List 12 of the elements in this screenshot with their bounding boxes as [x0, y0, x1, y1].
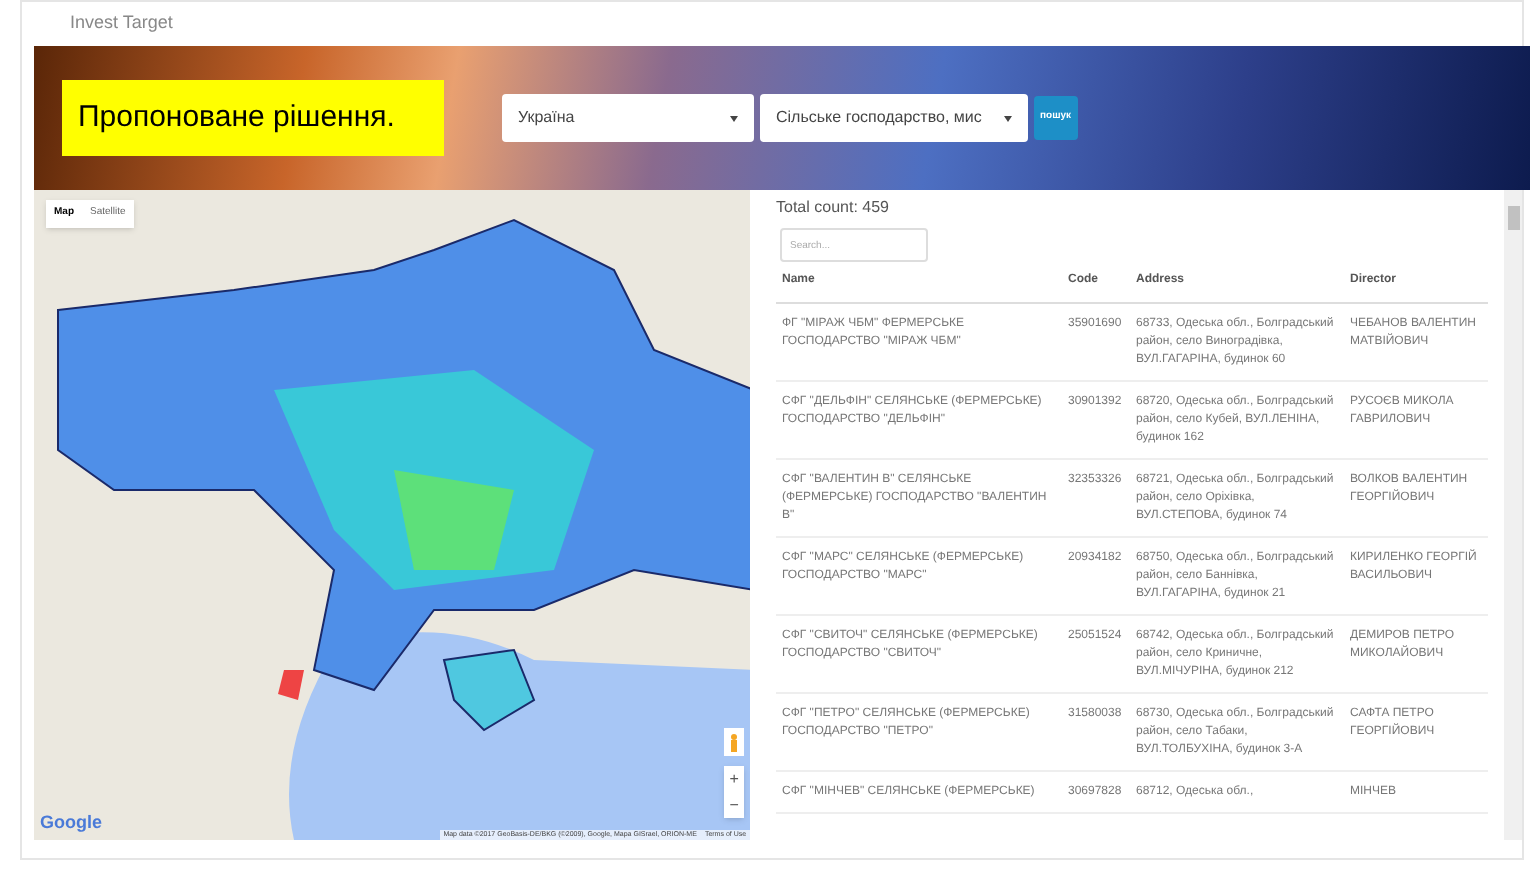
headline: Пропоноване рішення. [62, 80, 444, 156]
caret-icon [730, 114, 738, 122]
app-title: Invest Target [70, 10, 173, 37]
total-count: Total count: 459 [776, 196, 891, 220]
pegman-icon[interactable] [724, 728, 745, 756]
zoom-in-button[interactable]: + [724, 766, 745, 792]
caret-icon [1004, 114, 1012, 122]
zoom-out-button[interactable]: − [724, 792, 745, 818]
sector-select[interactable]: Сільське господарство, мис [760, 94, 1028, 142]
scrollbar[interactable] [1504, 190, 1522, 840]
google-logo: Google [40, 809, 102, 836]
region-select[interactable]: Україна [502, 94, 754, 142]
